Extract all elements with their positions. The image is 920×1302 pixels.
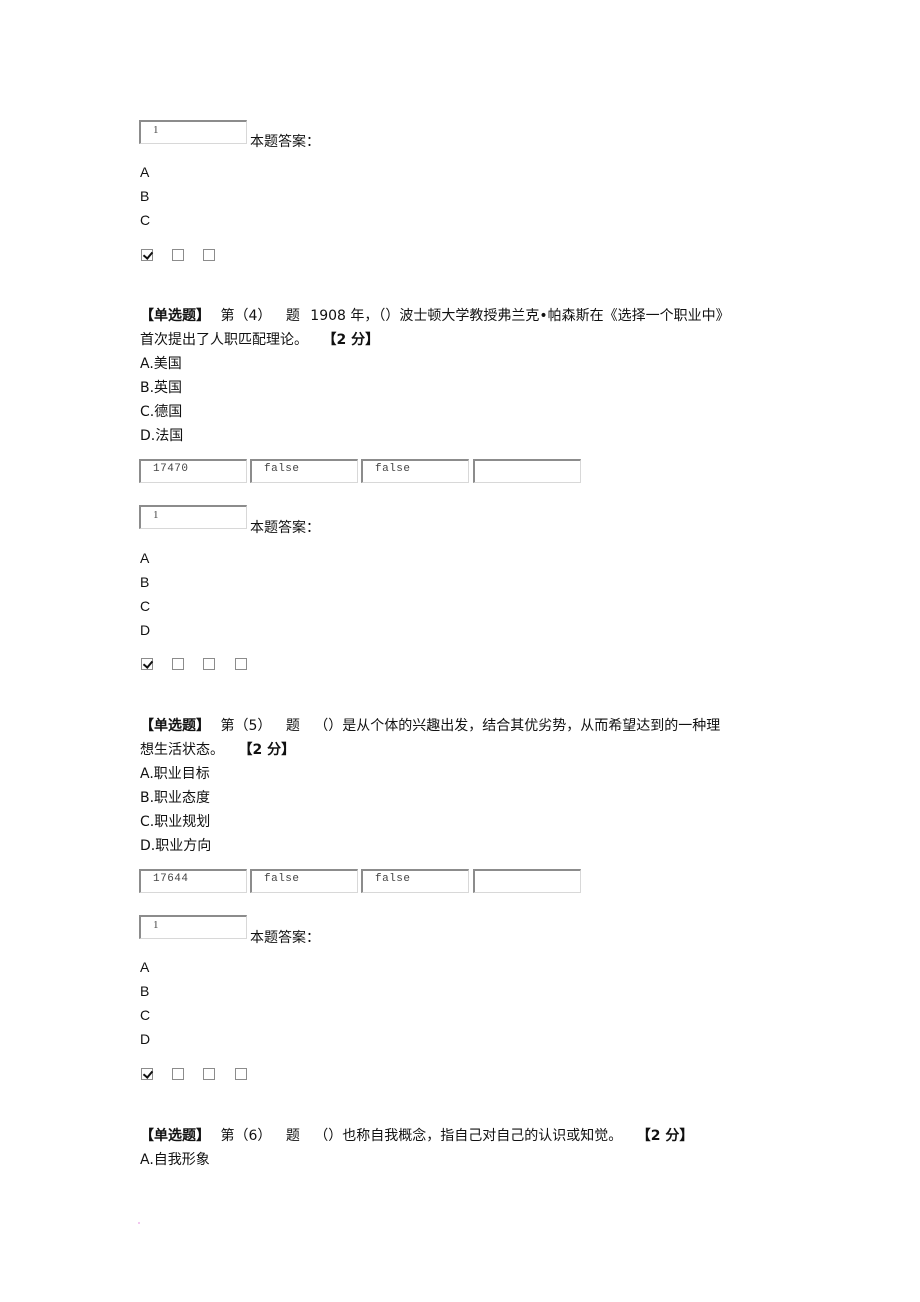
answer-checkbox-d[interactable] [235,1068,247,1080]
answer-checkbox-b[interactable] [172,1068,184,1080]
answer-letter: B [140,574,150,590]
question-stem-cont: 想生活状态。 [140,742,224,758]
answer-letter: A [140,959,150,975]
question-header: 【单选题】 第（5） 题 （）是从个体的兴趣出发，结合其优劣势，从而希望达到的一… [140,714,720,738]
answer-checkbox-b[interactable] [172,658,184,670]
answer-letter: D [140,1031,151,1047]
flag-field[interactable]: false [361,459,469,483]
answer-letter: B [140,983,150,999]
option-c: C.职业规划 [140,814,211,830]
question-header-line2: 想生活状态。 【2 分】 [140,738,295,762]
question-header: 【单选题】 第（6） 题 （）也称自我概念，指自己对自己的认识或知觉。 【2 分… [140,1124,693,1148]
question-stem: （）是从个体的兴趣出发，结合其优劣势，从而希望达到的一种理 [314,718,721,734]
option-d: D.法国 [140,428,184,444]
question-ti: 题 [285,1128,300,1144]
question-id-field[interactable]: 17470 [139,459,247,483]
answer-checkbox-a[interactable] [141,658,153,670]
option-a: A.美国 [140,356,182,372]
answer-letter: A [140,164,150,180]
answer-letter: D [140,622,151,638]
question-type-tag: 【单选题】 [140,718,210,734]
answer-label: 本题答案： [250,134,320,150]
answer-letter: B [140,188,150,204]
answer-letter: C [140,212,151,228]
answer-checkbox-b[interactable] [172,249,184,261]
answer-label: 本题答案： [250,930,320,946]
flag-field[interactable]: false [250,869,358,893]
flag-field[interactable]: false [361,869,469,893]
question-stem: 1908 年，（）波士顿大学教授弗兰克•帕森斯在《选择一个职业中》 [310,308,730,324]
question-type-tag: 【单选题】 [140,1128,210,1144]
question-points: 【2 分】 [238,742,296,758]
question-ti: 题 [285,308,300,324]
option-b: B.职业态度 [140,790,211,806]
question-points: 【2 分】 [636,1128,694,1144]
answer-checkbox-d[interactable] [235,658,247,670]
question-type-tag: 【单选题】 [140,308,210,324]
answer-checkbox-c[interactable] [203,1068,215,1080]
option-d: D.职业方向 [140,838,212,854]
answer-checkbox-a[interactable] [141,1068,153,1080]
score-field[interactable]: 1 [139,120,247,144]
question-number: 第（5） [220,718,272,734]
question-ti: 题 [285,718,300,734]
score-field[interactable]: 1 [139,915,247,939]
question-id-field[interactable]: 17644 [139,869,247,893]
answer-checkbox-c[interactable] [203,249,215,261]
question-number: 第（6） [220,1128,272,1144]
empty-field[interactable] [473,869,581,893]
answer-letter: C [140,1007,151,1023]
answer-checkbox-c[interactable] [203,658,215,670]
answer-letter: C [140,598,151,614]
stray-mark [138,1222,140,1224]
option-c: C.德国 [140,404,183,420]
question-header-line2: 首次提出了人职匹配理论。 【2 分】 [140,328,379,352]
question-points: 【2 分】 [322,332,380,348]
empty-field[interactable] [473,459,581,483]
answer-checkbox-a[interactable] [141,249,153,261]
question-number: 第（4） [220,308,272,324]
answer-letter: A [140,550,150,566]
answer-label: 本题答案： [250,520,320,536]
question-stem: （）也称自我概念，指自己对自己的认识或知觉。 [314,1128,623,1144]
option-a: A.职业目标 [140,766,210,782]
question-header: 【单选题】 第（4） 题 1908 年，（）波士顿大学教授弗兰克•帕森斯在《选择… [140,304,730,328]
option-a: A.自我形象 [140,1152,210,1168]
question-stem-cont: 首次提出了人职匹配理论。 [140,332,308,348]
score-field[interactable]: 1 [139,505,247,529]
option-b: B.英国 [140,380,183,396]
flag-field[interactable]: false [250,459,358,483]
